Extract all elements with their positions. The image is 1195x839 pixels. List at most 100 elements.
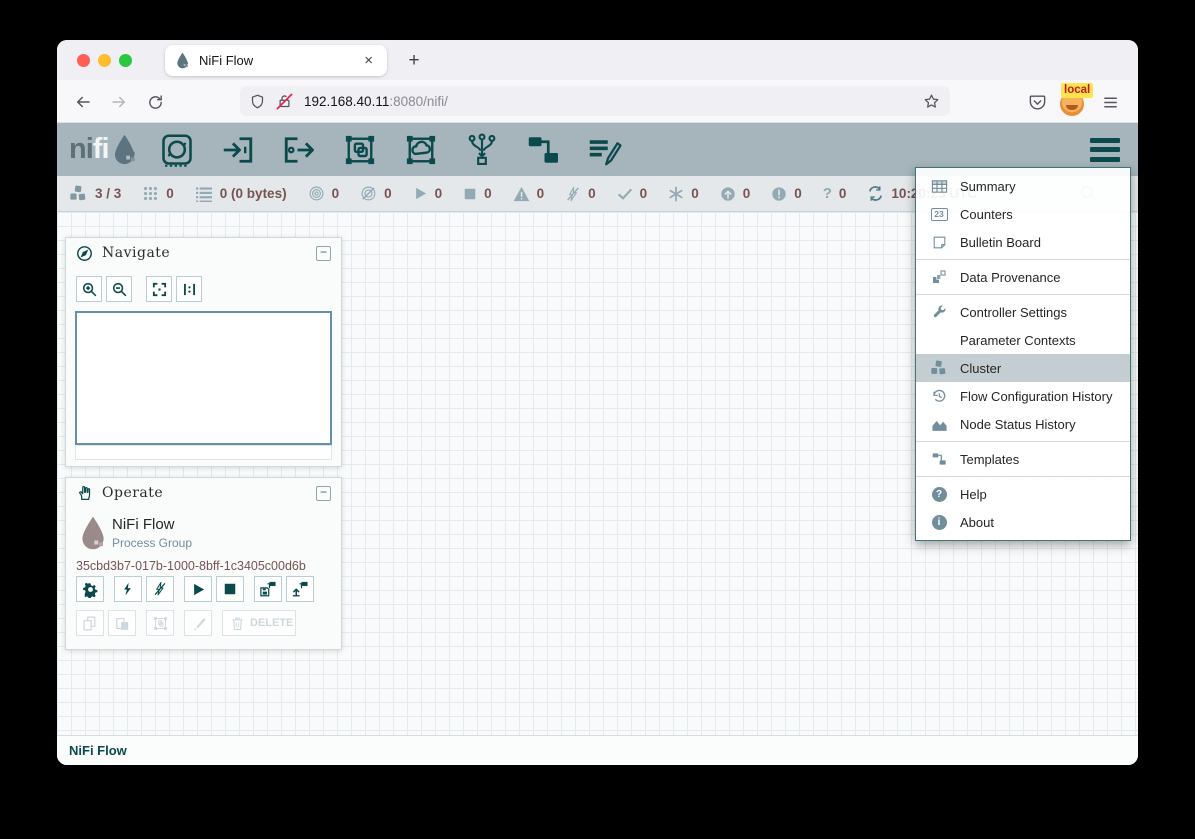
up-to-date-icon [617,187,633,201]
compass-icon [76,245,93,262]
enable-button[interactable] [114,576,142,602]
zoom-in-button[interactable] [76,276,102,302]
navigate-title: Navigate [102,245,307,261]
back-icon[interactable] [71,90,95,114]
locally-modified-icon [668,186,684,202]
status-not-transmitting: 0 [360,185,392,202]
shield-icon[interactable] [250,93,265,110]
status-invalid: 0 [513,186,545,202]
menu-item-controller-settings[interactable]: Controller Settings [916,298,1130,326]
forward-icon[interactable] [107,90,131,114]
drag-input-port-icon[interactable] [219,131,257,169]
operate-collapse-button[interactable]: − [316,486,331,501]
navigate-header[interactable]: Navigate − [66,238,341,268]
selected-flow-name: NiFi Flow [112,516,175,533]
cluster-icon [929,360,949,376]
operate-palette: Operate − NiFi Flow Process Group 35cbd3… [65,477,342,650]
status-connected-nodes: 3 / 3 [69,185,121,202]
status-active-threads: 0 [142,185,174,202]
menu-item-data-provenance[interactable]: Data Provenance [916,263,1130,291]
save-template-button[interactable] [254,576,282,602]
navigate-palette: Navigate − [65,237,342,467]
disabled-icon [565,186,581,202]
navigate-collapse-button[interactable]: − [316,246,331,261]
delete-button: DELETE [222,610,296,636]
birdseye-minimap[interactable] [75,311,332,445]
menu-item-cluster[interactable]: Cluster [916,354,1130,382]
zoom-fit-button[interactable] [146,276,172,302]
menu-item-help[interactable]: ? Help [916,480,1130,508]
nifi-logo: nifi [69,133,138,166]
minimap-outline [75,445,332,460]
help-icon: ? [929,487,949,502]
maximize-window-button[interactable] [119,54,132,67]
counters-icon: 23 [929,208,949,221]
new-tab-button[interactable]: + [401,48,427,74]
bookmark-star-icon[interactable] [923,93,940,110]
process-group-drop-icon [78,514,108,552]
global-menu-icon[interactable] [1090,138,1120,162]
group-button [146,610,174,636]
not-transmitting-icon [360,185,377,202]
menu-item-about[interactable]: i About [916,508,1130,536]
active-threads-icon [142,185,159,202]
menu-separator [916,259,1130,260]
drag-label-icon[interactable] [585,131,623,169]
url-bar[interactable]: 192.168.40.11:8080/nifi/ [240,86,950,116]
running-icon [413,186,428,201]
transmitting-icon [308,185,325,202]
menu-item-summary[interactable]: Summary [916,172,1130,200]
drag-processor-icon[interactable] [158,131,196,169]
close-window-button[interactable] [77,54,90,67]
disable-button[interactable] [146,576,174,602]
templates-icon [929,451,949,467]
url-host: 192.168.40.11 [304,94,389,109]
menu-item-parameter-contexts[interactable]: Parameter Contexts [916,326,1130,354]
zoom-out-button[interactable] [106,276,132,302]
upload-template-button[interactable] [286,576,314,602]
stopped-icon [463,187,477,201]
tab-bar: NiFi Flow × + [57,40,1138,80]
pocket-icon[interactable] [1025,90,1049,114]
status-up-to-date: 0 [617,186,648,201]
breadcrumb[interactable]: NiFi Flow [69,743,127,758]
paste-button [108,610,136,636]
tab-close-icon[interactable]: × [360,51,377,70]
drag-remote-process-group-icon[interactable] [402,131,440,169]
browser-tab[interactable]: NiFi Flow × [165,45,387,76]
operate-header[interactable]: Operate − [66,478,341,508]
start-button[interactable] [184,576,212,602]
status-running: 0 [413,186,443,201]
drag-template-icon[interactable] [524,131,562,169]
status-disabled: 0 [565,186,596,202]
sync-failure-icon: ? [823,185,832,202]
status-stale: 0 [720,186,751,202]
menu-separator [916,441,1130,442]
menu-item-flow-configuration-history[interactable]: Flow Configuration History [916,382,1130,410]
drag-process-group-icon[interactable] [341,131,379,169]
firefox-menu-icon[interactable] [1098,90,1122,114]
zoom-actual-size-button[interactable] [176,276,202,302]
configure-button[interactable] [76,576,104,602]
status-locally-modified: 0 [668,186,699,202]
status-stopped: 0 [463,186,492,201]
drag-funnel-icon[interactable] [463,131,501,169]
selected-flow-type: Process Group [112,536,192,550]
queued-icon [195,186,213,202]
refresh-icon[interactable] [867,185,884,202]
container-label: local [1061,83,1093,98]
drag-output-port-icon[interactable] [280,131,318,169]
menu-item-node-status-history[interactable]: Node Status History [916,410,1130,438]
reload-icon[interactable] [143,90,167,114]
menu-item-counters[interactable]: 23 Counters [916,200,1130,228]
invalid-icon [513,186,530,202]
menu-item-templates[interactable]: Templates [916,445,1130,473]
nifi-favicon [175,52,190,69]
menu-separator [916,476,1130,477]
menu-item-bulletin-board[interactable]: Bulletin Board [916,228,1130,256]
insecure-lock-icon[interactable] [277,93,292,110]
locally-modified-stale-icon [771,186,787,202]
status-transmitting: 0 [308,185,340,202]
stop-button[interactable] [216,576,244,602]
minimize-window-button[interactable] [98,54,111,67]
